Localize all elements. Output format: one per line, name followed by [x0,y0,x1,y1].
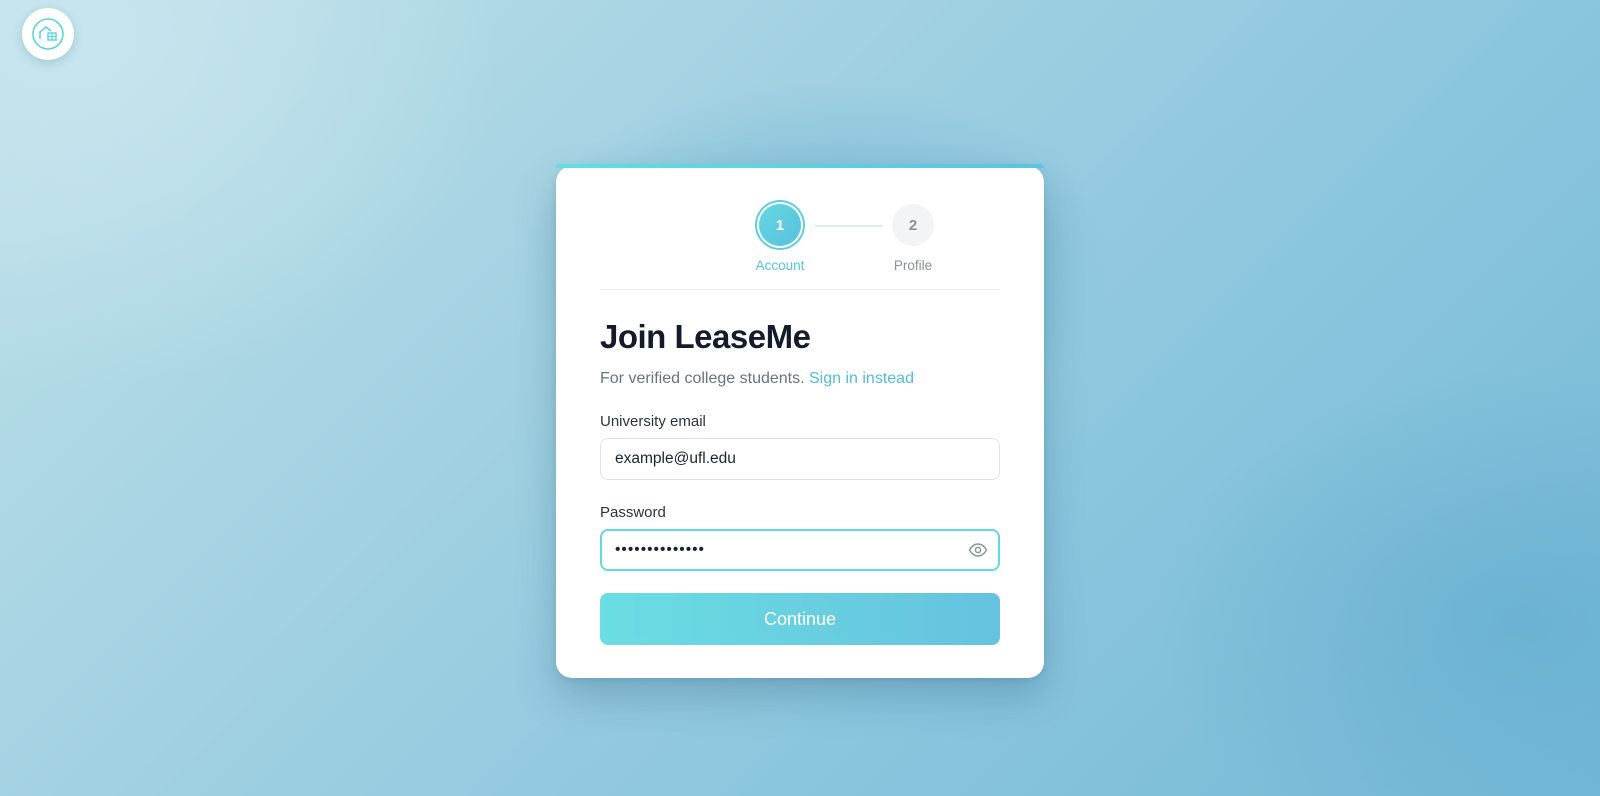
house-logo-icon [32,18,64,50]
email-field[interactable] [600,438,1000,480]
page-subtitle: For verified college students. Sign in i… [600,370,1000,388]
eye-icon[interactable] [968,541,988,559]
password-field[interactable] [600,529,1000,571]
password-field-wrapper [600,529,1000,571]
step-profile: 2 Profile [873,204,953,273]
signup-card: 1 Account 2 Profile Join LeaseMe For ver… [556,164,1044,678]
step-account: 1 Account [740,204,820,273]
progress-stepper: 1 Account 2 Profile [600,166,1000,290]
subtitle-text: For verified college students. [600,370,805,387]
sign-in-link[interactable]: Sign in instead [809,370,914,387]
password-label: Password [600,504,666,521]
step-number-badge: 1 [759,204,801,246]
continue-button[interactable]: Continue [600,593,1000,645]
home-logo-button[interactable] [22,8,74,60]
step-label: Profile [893,258,933,273]
email-label: University email [600,413,706,430]
email-field-wrapper [600,438,1000,480]
page-title: Join LeaseMe [600,318,811,355]
step-label: Account [755,258,805,273]
step-number-badge: 2 [892,204,934,246]
